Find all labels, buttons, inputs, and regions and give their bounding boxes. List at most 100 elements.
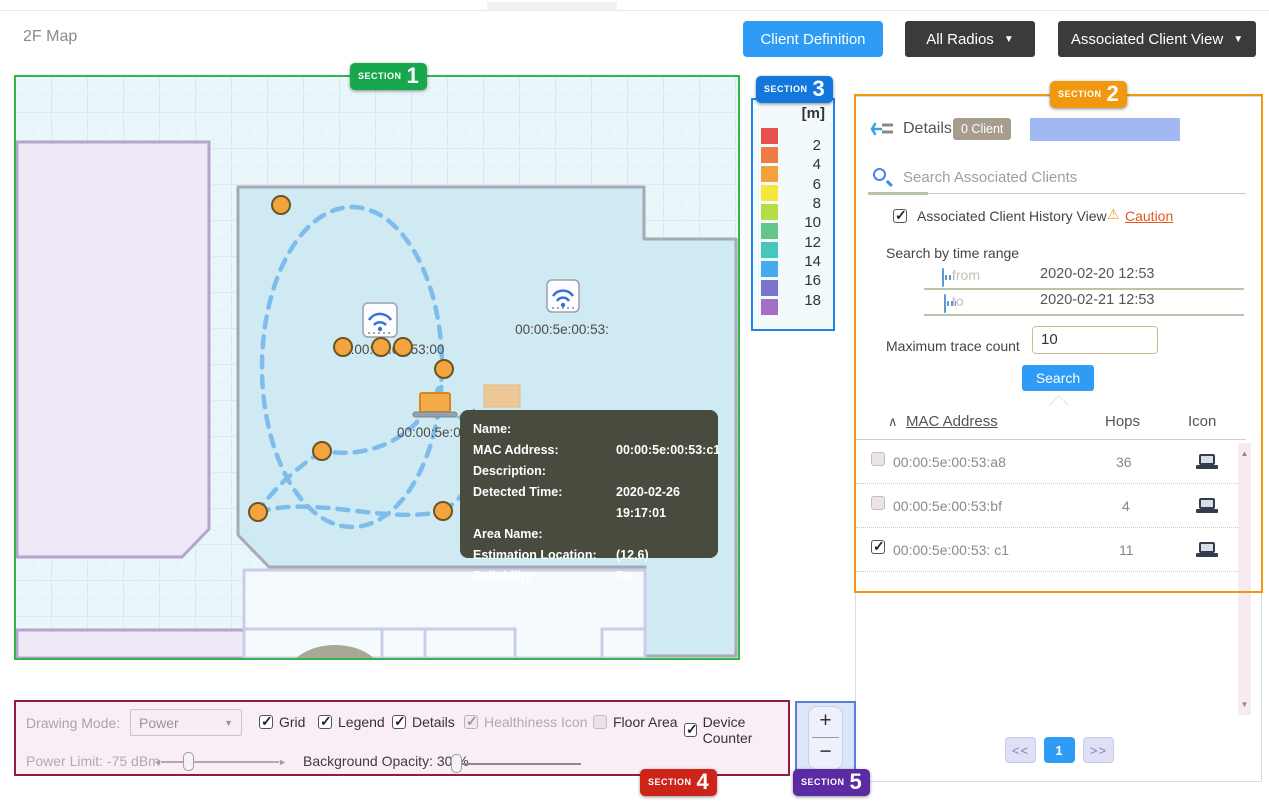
column-header-icon[interactable]: Icon: [1188, 413, 1216, 430]
max-trace-input[interactable]: 10: [1032, 326, 1158, 354]
tooltip-label: Estimation Location:: [473, 548, 597, 562]
tooltip-label: Detected Time:: [473, 485, 563, 499]
badge-word: SECTION: [358, 71, 402, 81]
column-header-hops[interactable]: Hops: [1105, 413, 1140, 430]
calendar-icon[interactable]: [944, 294, 946, 313]
grid-checkbox[interactable]: [259, 713, 273, 730]
tooltip-label: Name:: [473, 422, 512, 436]
calendar-icon[interactable]: [942, 268, 944, 287]
zoom-in-button[interactable]: +: [809, 707, 842, 735]
legend-swatch: [761, 223, 778, 239]
tooltip-label: MAC Address:: [473, 443, 559, 457]
table-row[interactable]: 00:00:5e:00:53:bf 4: [856, 484, 1238, 528]
pagination-next-button[interactable]: >>: [1083, 737, 1114, 763]
section-5-badge: SECTION 5: [793, 769, 870, 796]
legend-tick: 16: [804, 272, 821, 290]
map-controls-bar: Drawing Mode: Power ▼ Grid Legend Detail…: [14, 700, 790, 776]
table-scrollbar[interactable]: ▲ ▼: [1238, 443, 1251, 715]
pagination-page-1[interactable]: 1: [1044, 737, 1075, 763]
scroll-down-icon[interactable]: ▼: [1238, 700, 1251, 709]
associated-client-view-dropdown[interactable]: Associated Client View ▼: [1058, 21, 1256, 57]
client-definition-button[interactable]: Client Definition: [743, 21, 883, 57]
ap-icon-2[interactable]: [546, 279, 580, 313]
history-view-checkbox[interactable]: [893, 207, 907, 224]
client-laptop-icon[interactable]: [412, 392, 458, 418]
legend-unit: [m]: [801, 105, 825, 122]
trace-point[interactable]: [333, 337, 353, 357]
search-underline-accent: [868, 192, 928, 195]
top-strip-decoration: [487, 2, 617, 10]
badge-number: 4: [696, 769, 709, 794]
zoom-divider: [812, 737, 839, 738]
legend-swatch: [761, 185, 778, 201]
scroll-up-icon[interactable]: ▲: [1238, 449, 1251, 458]
sort-asc-icon[interactable]: ∧: [888, 414, 898, 430]
chevron-down-icon: ▼: [224, 717, 233, 728]
from-underline: [924, 288, 1244, 290]
floor-map-canvas[interactable]: 00:00:5e:00:53:00 00:00:5e:00:53: 00:00:…: [14, 75, 740, 709]
search-button[interactable]: Search: [1022, 365, 1094, 391]
tooltip-label: Description:: [473, 464, 546, 478]
top-divider: [0, 10, 1269, 11]
column-header-mac[interactable]: MAC Address: [906, 413, 998, 430]
legend-ticks: 2 4 6 8 10 12 14 16 18: [791, 136, 821, 310]
tooltip-value: (12,6): [616, 548, 649, 562]
zoom-controls: + −: [795, 701, 856, 775]
to-datetime-input[interactable]: 2020-02-21 12:53: [1040, 292, 1155, 308]
background-opacity-slider[interactable]: [451, 754, 581, 773]
floor-area-toggle[interactable]: Floor Area: [593, 714, 678, 730]
trace-point[interactable]: [271, 195, 291, 215]
row-checkbox[interactable]: [871, 452, 885, 466]
trace-point[interactable]: [434, 359, 454, 379]
trace-point[interactable]: [371, 337, 391, 357]
row-checkbox[interactable]: [871, 496, 885, 510]
table-row[interactable]: 00:00:5e:00:53: c1 11: [856, 528, 1238, 572]
zoom-out-button[interactable]: −: [809, 740, 842, 766]
power-limit-slider-thumb[interactable]: [183, 752, 194, 771]
floor-area-label: Floor Area: [613, 714, 678, 730]
badge-number: 3: [812, 76, 825, 101]
from-datetime-input[interactable]: 2020-02-20 12:53: [1040, 266, 1155, 282]
trace-point[interactable]: [393, 337, 413, 357]
device-counter-checkbox[interactable]: [684, 721, 697, 738]
details-checkbox[interactable]: [392, 713, 406, 730]
search-clients-input[interactable]: Search Associated Clients: [903, 169, 1077, 186]
healthiness-toggle: Healthiness Icon: [464, 713, 588, 730]
section-2-badge: SECTION 2: [1050, 81, 1127, 108]
selected-client-highlight[interactable]: [1030, 118, 1180, 141]
legend-swatches: [761, 128, 778, 318]
grid-toggle[interactable]: Grid: [259, 713, 305, 730]
section-1-badge: SECTION 1: [350, 63, 427, 90]
client-definition-label: Client Definition: [760, 30, 866, 48]
trace-point[interactable]: [433, 501, 453, 521]
power-limit-label: Power Limit: -75 dBm: [26, 753, 160, 769]
zoom-widget: + −: [808, 706, 843, 770]
drawing-mode-select[interactable]: Power ▼: [130, 709, 242, 736]
floor-area-checkbox[interactable]: [593, 715, 607, 729]
legend-toggle[interactable]: Legend: [318, 713, 385, 730]
badge-word: SECTION: [648, 777, 692, 787]
pagination-prev-button[interactable]: <<: [1005, 737, 1036, 763]
trace-point[interactable]: [248, 502, 268, 522]
pagination: << 1 >>: [1005, 737, 1114, 763]
max-trace-label: Maximum trace count: [886, 338, 1020, 354]
caution-link[interactable]: Caution: [1125, 208, 1173, 224]
row-checkbox[interactable]: [871, 538, 885, 555]
back-collapse-icon[interactable]: [870, 119, 894, 139]
client-count-badge: 0 Client: [953, 118, 1012, 140]
table-row[interactable]: 00:00:5e:00:53:a8 36: [856, 440, 1238, 484]
ap-icon-1[interactable]: [362, 302, 398, 338]
all-radios-dropdown[interactable]: All Radios ▼: [905, 21, 1035, 57]
legend-checkbox[interactable]: [318, 713, 332, 730]
tooltip-value: 2020-02-26 19:17:01: [616, 485, 680, 520]
history-view-label: Associated Client History View: [917, 208, 1107, 224]
details-toggle[interactable]: Details: [392, 713, 455, 730]
legend-tick: 6: [812, 175, 821, 193]
badge-word: SECTION: [764, 84, 808, 94]
device-counter-label: Device Counter: [702, 714, 753, 746]
trace-point[interactable]: [312, 441, 332, 461]
background-opacity-slider-thumb[interactable]: [451, 754, 462, 773]
power-limit-slider[interactable]: ◄ ►: [153, 752, 287, 771]
legend-tick: 10: [804, 214, 821, 232]
device-counter-toggle[interactable]: Device Counter: [684, 714, 788, 746]
